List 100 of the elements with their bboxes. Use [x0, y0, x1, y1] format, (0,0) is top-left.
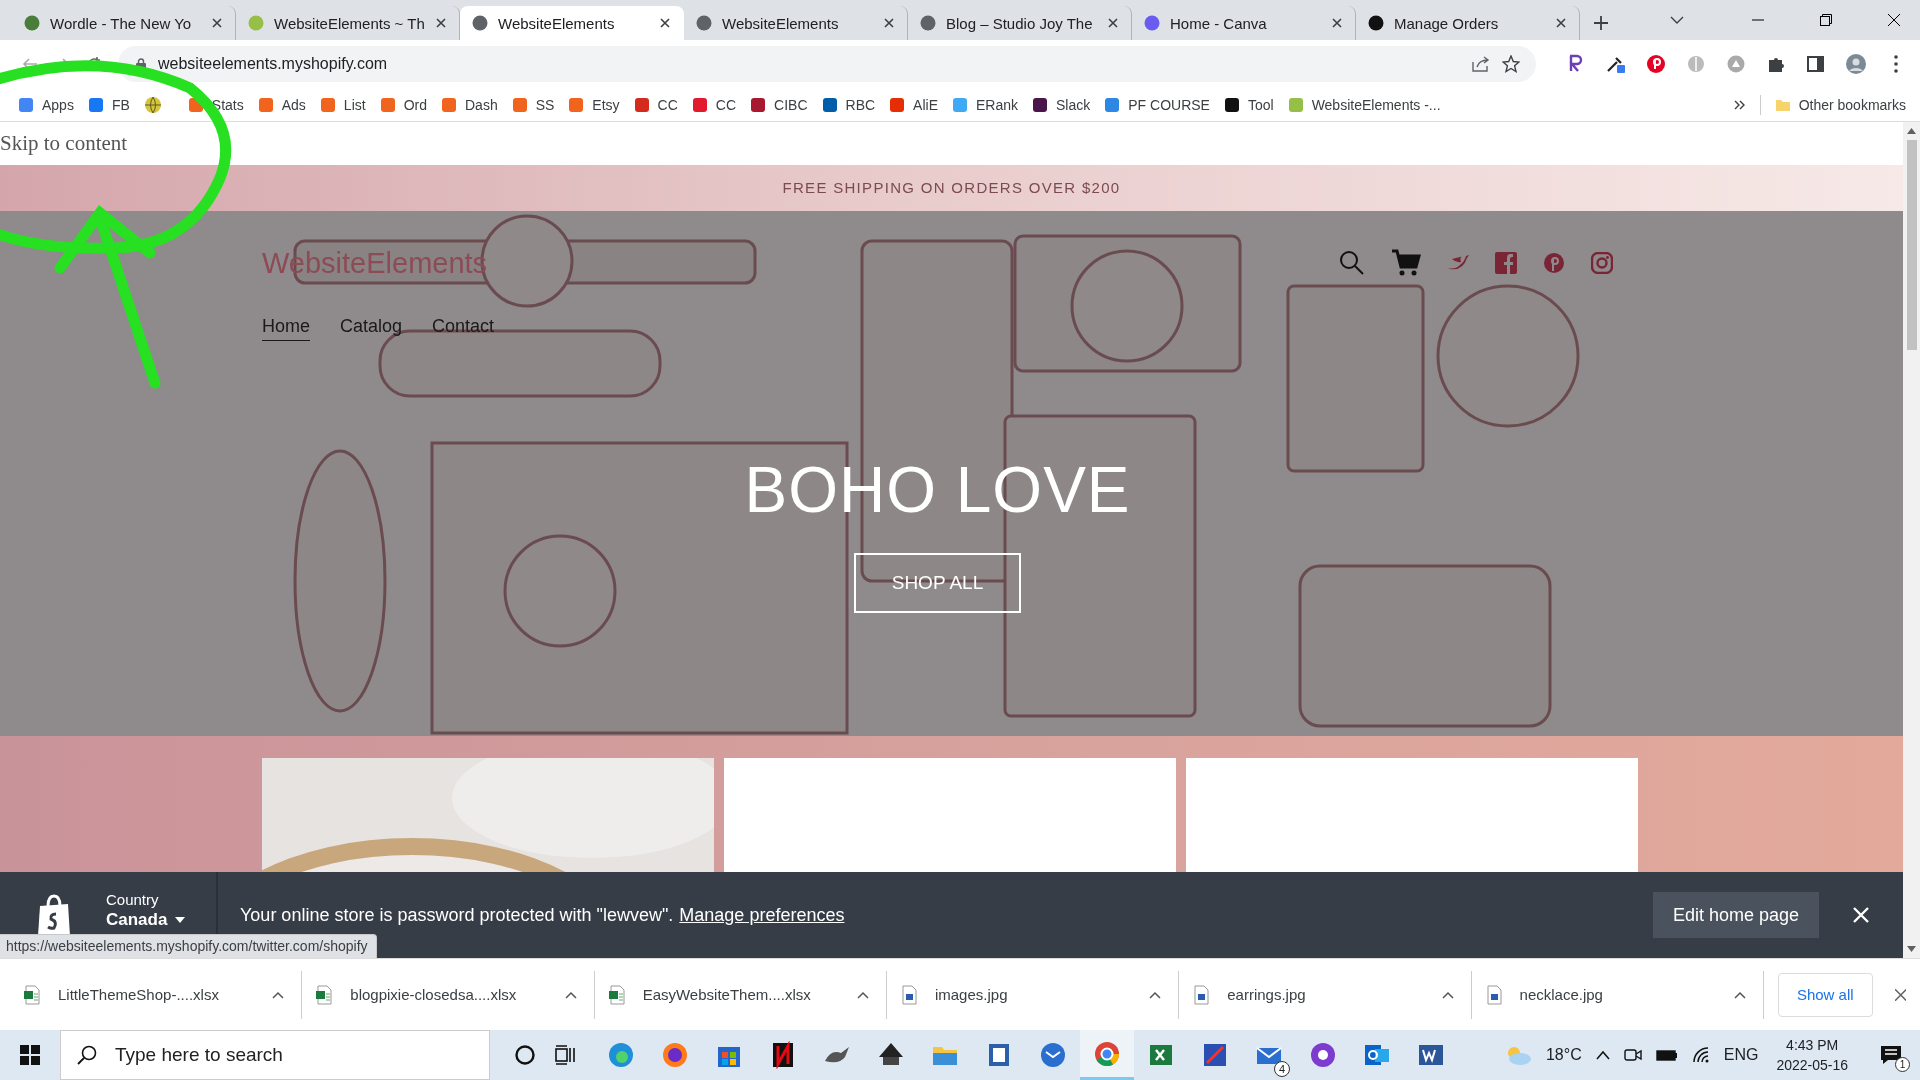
bookmark[interactable]: CC — [633, 96, 678, 113]
nav-link[interactable]: Contact — [432, 315, 495, 341]
globe-icon[interactable] — [143, 95, 162, 114]
scrollbar[interactable] — [1903, 122, 1920, 958]
close-icon[interactable] — [1888, 14, 1900, 26]
download-item[interactable]: blogpixie-closedsa....xlsx — [316, 970, 595, 1019]
file-icon — [608, 984, 625, 1005]
tab-title: Wordle - The New Yo — [50, 14, 193, 32]
scroll-up-icon[interactable] — [1907, 128, 1916, 134]
task-view-icon[interactable] — [554, 1044, 576, 1066]
bookmark[interactable]: RBC — [821, 96, 876, 113]
camera-icon[interactable] — [1623, 1047, 1642, 1063]
bookmark[interactable]: PF COURSE — [1104, 96, 1210, 113]
bookmark[interactable]: WebsiteElements -... — [1287, 96, 1441, 113]
pinterest-icon[interactable] — [1543, 252, 1565, 275]
download-item[interactable]: images.jpg — [900, 970, 1180, 1019]
file-icon — [1193, 984, 1210, 1005]
caret-icon[interactable] — [271, 989, 286, 1000]
bookmark[interactable]: CC — [691, 96, 737, 113]
chrome-icon[interactable] — [1093, 1039, 1121, 1068]
show-all-button[interactable]: Show all — [1777, 972, 1873, 1017]
clock[interactable]: 4:43 PM 2022-05-16 — [1776, 1037, 1848, 1073]
chevron-up-icon[interactable] — [1595, 1050, 1610, 1060]
close-icon[interactable] — [1555, 17, 1567, 29]
hero-heading: BOHO LOVE — [744, 452, 1131, 527]
facebook-icon[interactable] — [1495, 252, 1517, 275]
address-bar[interactable]: websiteelements.myshopify.com — [118, 46, 1536, 82]
nav-link[interactable]: Catalog — [340, 315, 403, 341]
pinterest-icon[interactable] — [1646, 54, 1666, 74]
bookmark[interactable]: Ord — [379, 96, 427, 113]
tab-search-icon[interactable] — [1670, 15, 1684, 25]
caret-icon[interactable] — [1440, 989, 1455, 1000]
clock-date: 2022-05-16 — [1776, 1057, 1848, 1073]
close-icon[interactable] — [1331, 17, 1343, 29]
mail-count-badge: 4 — [1274, 1061, 1290, 1077]
bookmark[interactable]: SS — [511, 96, 555, 113]
caret-icon[interactable] — [1148, 989, 1163, 1000]
tab-title: Blog – Studio Joy The — [946, 14, 1094, 32]
bookmark[interactable]: Etsy — [568, 96, 620, 113]
language-indicator[interactable]: ENG — [1723, 1046, 1759, 1064]
search-input[interactable]: Type here to search — [113, 1043, 489, 1067]
download-item[interactable]: EasyWebsiteThem....xlsx — [608, 970, 887, 1019]
side-panel-icon[interactable] — [1806, 54, 1826, 74]
edit-home-page-button[interactable]: Edit home page — [1652, 892, 1819, 938]
download-item[interactable]: necklace.jpg — [1485, 970, 1764, 1019]
windows-start-icon[interactable] — [20, 1045, 40, 1065]
scroll-down-icon[interactable] — [1907, 946, 1916, 952]
share-icon[interactable] — [1472, 56, 1490, 72]
caret-icon[interactable] — [563, 989, 578, 1000]
cortana-icon[interactable] — [514, 1044, 536, 1066]
close-icon[interactable] — [211, 17, 223, 29]
download-item[interactable]: earrings.jpg — [1193, 970, 1472, 1019]
bookmark[interactable]: Slack — [1032, 96, 1091, 113]
nav-link[interactable]: Home — [262, 315, 310, 341]
close-icon[interactable] — [435, 17, 447, 29]
manage-preferences-link[interactable]: Manage preferences — [679, 904, 845, 926]
tab-title: WebsiteElements — [498, 14, 616, 32]
eyedropper-icon[interactable] — [1606, 54, 1626, 74]
bookmark[interactable]: List — [319, 96, 366, 113]
bookmark[interactable]: ERank — [952, 96, 1018, 113]
star-icon[interactable] — [1502, 55, 1520, 73]
close-icon[interactable] — [1107, 17, 1119, 29]
taskbar-search-field[interactable]: Type here to search — [60, 1030, 490, 1080]
temperature[interactable]: 18°C — [1545, 1046, 1582, 1064]
wifi-icon[interactable] — [1691, 1047, 1710, 1063]
bookmark[interactable]: Dash — [441, 96, 498, 113]
drawing-app-icon[interactable] — [1201, 1041, 1229, 1069]
bookmark[interactable]: Tool — [1223, 96, 1274, 113]
close-icon[interactable] — [883, 17, 895, 29]
bookmark[interactable]: FB — [87, 96, 130, 113]
chevron-icon[interactable] — [1733, 98, 1746, 111]
bookmark[interactable]: AliE — [889, 96, 938, 113]
bookmark[interactable]: Apps — [18, 96, 74, 113]
skip-link[interactable]: Skip to content — [0, 122, 1903, 165]
avatar-icon[interactable] — [1846, 54, 1866, 74]
caret-icon[interactable] — [1732, 989, 1747, 1000]
close-icon[interactable] — [659, 17, 671, 29]
restore-icon[interactable] — [1820, 14, 1832, 26]
scroll-thumb[interactable] — [1906, 140, 1917, 350]
country-label: Country — [106, 890, 160, 908]
bookmark[interactable]: Ads — [257, 96, 306, 113]
tab-title: WebsiteElements — [722, 14, 840, 32]
bookmark[interactable]: CIBC — [750, 96, 808, 113]
media-player-icon[interactable] — [1309, 1041, 1337, 1069]
download-item[interactable]: LittleThemeShop-....xlsx — [24, 970, 303, 1019]
file-icon — [316, 984, 333, 1005]
new-tab-icon[interactable] — [1594, 16, 1608, 30]
browser-icon[interactable] — [607, 1041, 635, 1069]
caret-icon[interactable] — [855, 989, 870, 1000]
browser-icon[interactable] — [661, 1041, 689, 1069]
shop-all-button[interactable]: SHOP ALL — [853, 552, 1022, 613]
mail-app-icon[interactable] — [1039, 1041, 1067, 1069]
bookmark-folder[interactable]: Other bookmarks — [1774, 96, 1906, 113]
search-icon[interactable] — [1339, 250, 1365, 277]
notification-icon[interactable] — [1880, 1045, 1902, 1065]
browser-tab[interactable]: WebsiteElements — [460, 6, 684, 40]
battery-icon[interactable] — [1655, 1049, 1678, 1061]
cart-icon[interactable] — [1391, 249, 1421, 278]
shopping-bag-icon[interactable] — [36, 894, 72, 936]
country-selector[interactable]: Country Canada — [106, 890, 216, 930]
